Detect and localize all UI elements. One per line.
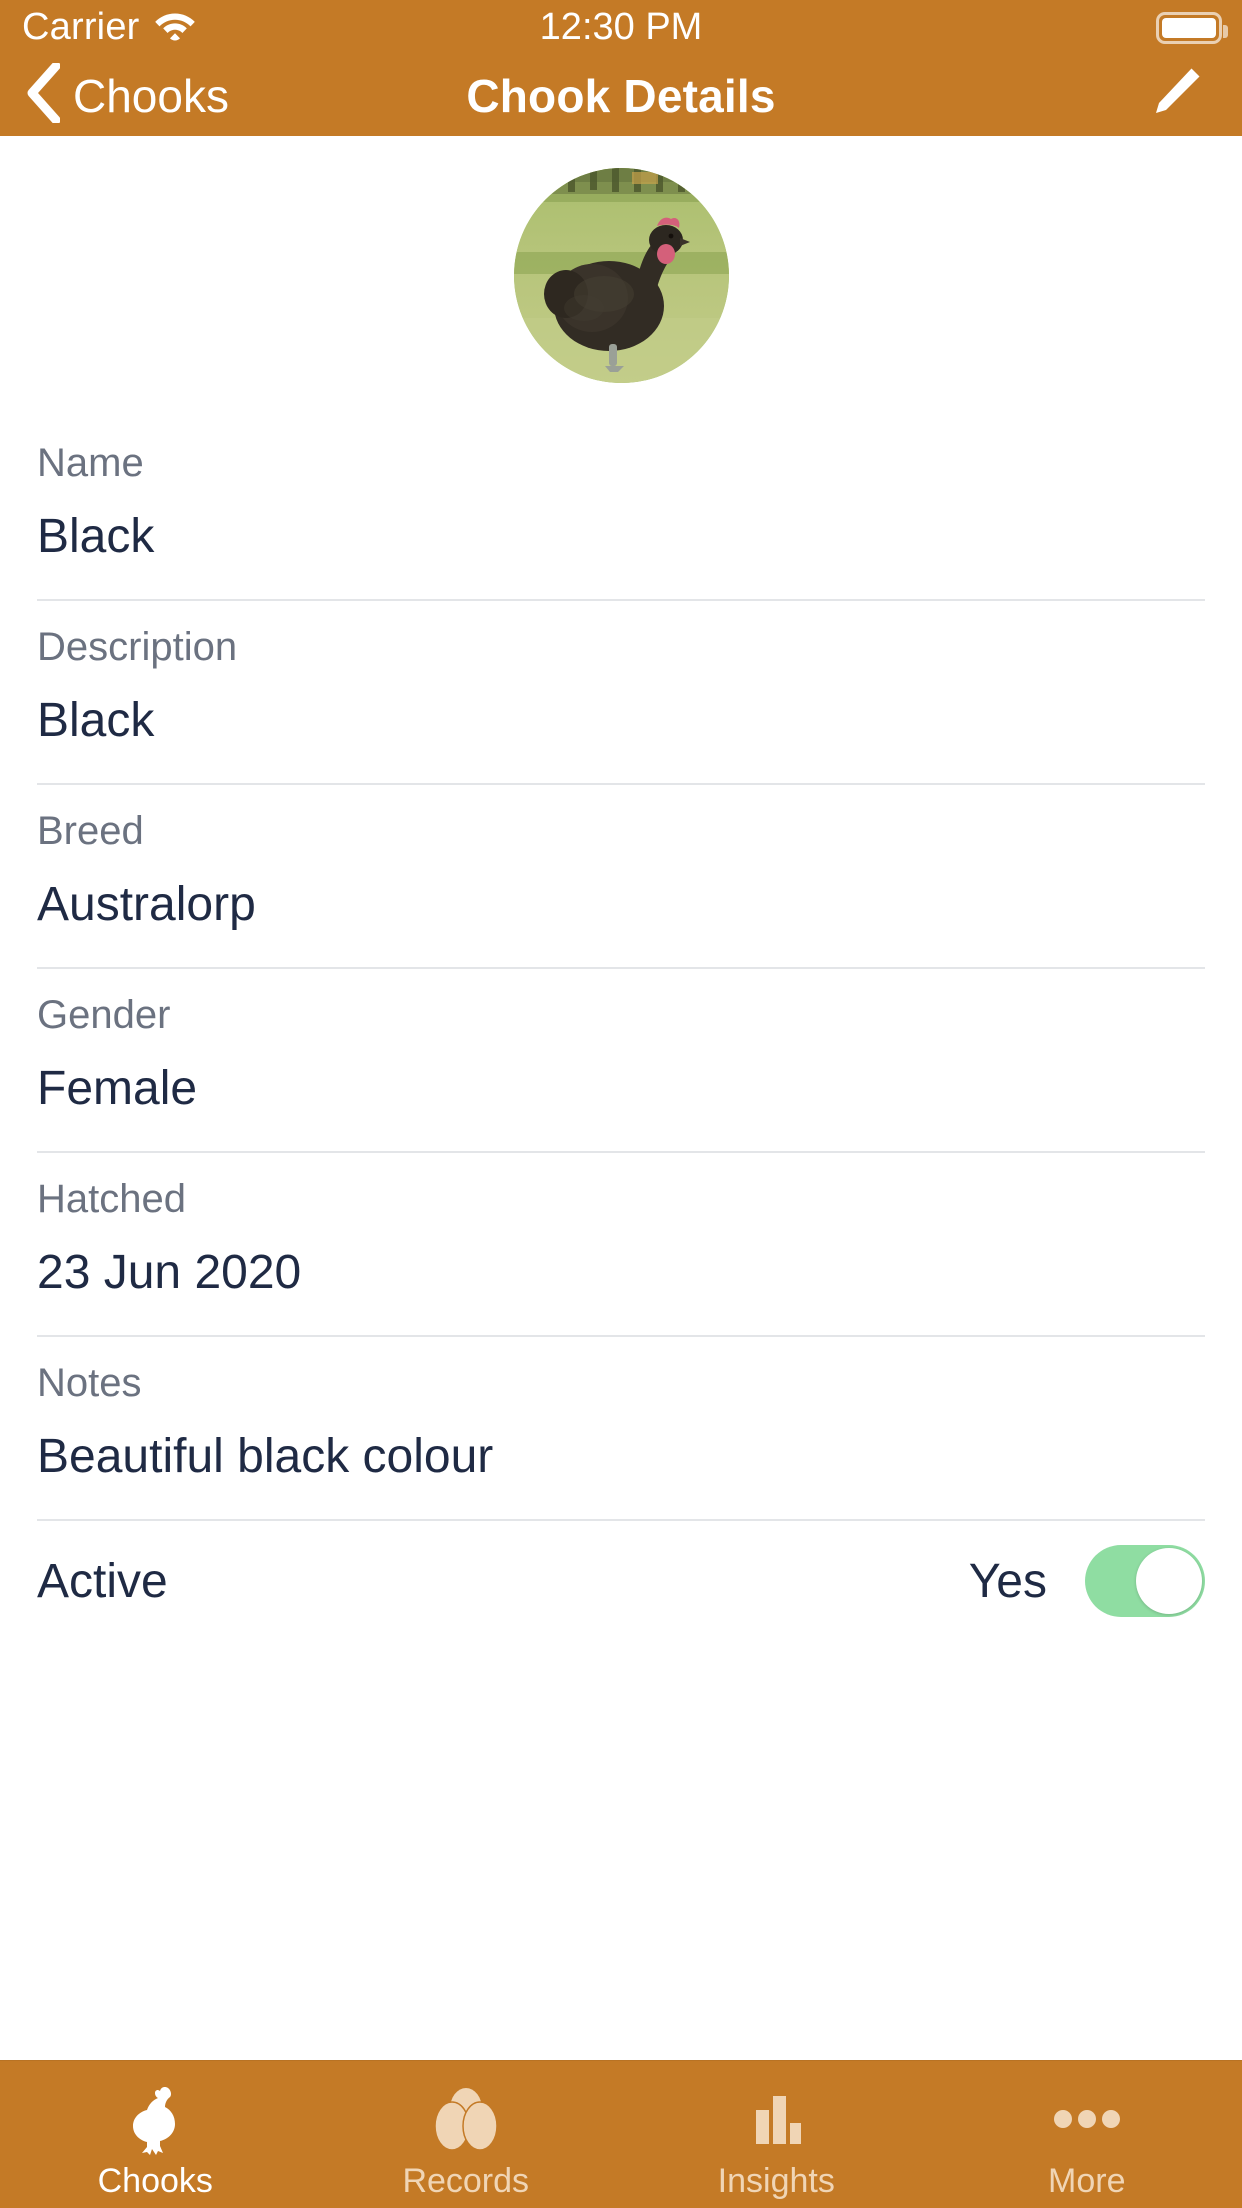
tab-more[interactable]: More — [932, 2061, 1242, 2208]
field-row-gender[interactable]: Gender Female — [0, 969, 1242, 1151]
field-row-name[interactable]: Name Black — [0, 417, 1242, 599]
avatar-container — [0, 136, 1242, 383]
tab-label: Chooks — [97, 2161, 213, 2200]
field-value: 23 Jun 2020 — [37, 1246, 302, 1299]
toggle-knob — [1136, 1548, 1202, 1614]
tab-label: More — [1048, 2161, 1126, 2200]
battery-cap — [1223, 24, 1228, 38]
field-row-notes[interactable]: Notes Beautiful black colour — [0, 1337, 1242, 1519]
battery-full-icon — [1156, 11, 1228, 44]
chook-details-screen: Carrier 12:30 PM Chooks Chook Details Na… — [0, 0, 1242, 2208]
tab-label: Insights — [717, 2161, 835, 2200]
field-value: Beautiful black colour — [37, 1430, 494, 1483]
tab-label: Records — [402, 2161, 530, 2200]
field-value: Black — [37, 510, 155, 563]
chook-photo-avatar[interactable] — [513, 168, 729, 383]
field-label: Gender — [37, 993, 171, 1037]
ellipsis-icon — [1051, 2080, 1123, 2158]
active-label: Active — [37, 1554, 168, 1608]
status-bar: Carrier 12:30 PM — [0, 0, 1242, 55]
field-value: Black — [37, 694, 155, 747]
field-label: Notes — [37, 1361, 142, 1405]
field-label: Description — [37, 625, 238, 669]
field-row-hatched[interactable]: Hatched 23 Jun 2020 — [0, 1153, 1242, 1335]
page-title: Chook Details — [466, 69, 776, 122]
bar-chart-icon — [745, 2080, 807, 2158]
field-label: Breed — [37, 809, 144, 853]
status-bar-time: 12:30 PM — [539, 6, 703, 48]
battery-fill — [1162, 17, 1216, 38]
tab-insights[interactable]: Insights — [621, 2061, 932, 2208]
field-row-breed[interactable]: Breed Australorp — [0, 785, 1242, 967]
tab-chooks[interactable]: Chooks — [0, 2061, 311, 2208]
active-toggle[interactable] — [1085, 1545, 1205, 1617]
eggs-icon — [423, 2080, 509, 2158]
tab-records[interactable]: Records — [311, 2061, 622, 2208]
status-bar-right — [1156, 11, 1228, 44]
field-row-active[interactable]: Active Yes — [0, 1521, 1242, 1641]
chicken-icon — [122, 2080, 188, 2158]
field-row-description[interactable]: Description Black — [0, 601, 1242, 783]
active-value: Yes — [968, 1554, 1047, 1608]
field-label: Name — [37, 441, 144, 485]
field-value: Female — [37, 1062, 198, 1115]
field-label: Hatched — [37, 1177, 186, 1221]
edit-button[interactable] — [1146, 64, 1204, 127]
navigation-bar: Chooks Chook Details — [0, 55, 1242, 136]
fields-list: Name Black Description Black Breed Austr… — [0, 383, 1242, 1641]
detail-content: Name Black Description Black Breed Austr… — [0, 136, 1242, 2060]
tab-bar: Chooks Records Insights More — [0, 2060, 1242, 2208]
pencil-icon — [1146, 64, 1204, 127]
field-value: Australorp — [37, 878, 256, 931]
